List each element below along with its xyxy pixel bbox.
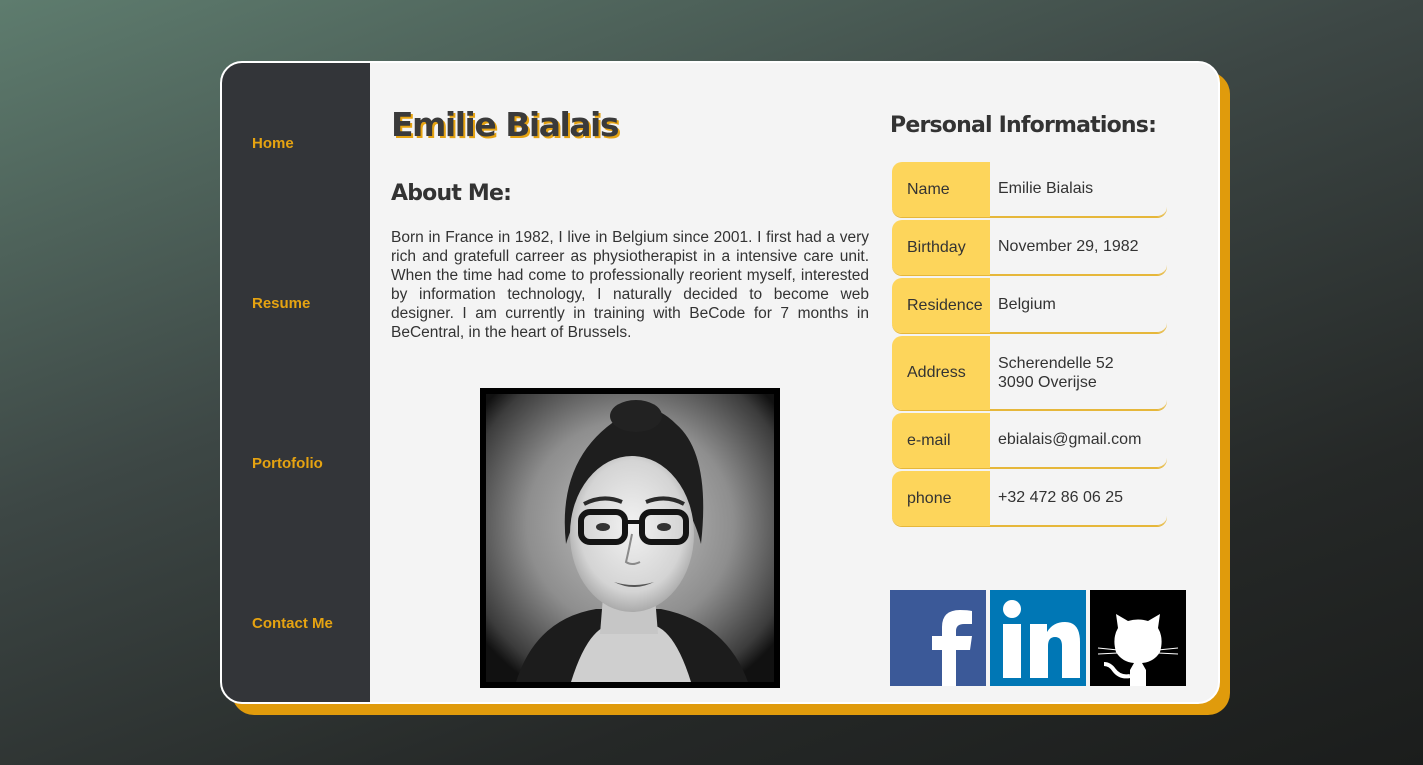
portrait-image — [486, 394, 774, 682]
nav-item-contact[interactable]: Contact Me — [252, 615, 333, 632]
info-label: e-mail — [892, 413, 990, 468]
info-label: phone — [892, 471, 990, 526]
sidebar-nav: Home Resume Portofolio Contact Me — [222, 63, 370, 702]
info-row-name: Name Emilie Bialais — [892, 162, 1167, 217]
info-value: Belgium — [990, 278, 1167, 333]
facebook-link[interactable] — [890, 590, 986, 686]
linkedin-icon — [990, 590, 1086, 686]
address-line-2: 3090 Overijse — [998, 373, 1097, 391]
nav-item-home[interactable]: Home — [252, 135, 294, 152]
linkedin-link[interactable] — [990, 590, 1086, 686]
info-label: Address — [892, 336, 990, 410]
info-value: Scherendelle 52 3090 Overijse — [990, 336, 1167, 410]
personal-info-heading: Personal Informations: — [890, 113, 1157, 138]
page-title: Emilie Bialais — [391, 105, 620, 144]
main-content: Emilie Bialais About Me: Born in France … — [370, 63, 1218, 702]
info-row-residence: Residence Belgium — [892, 278, 1167, 333]
facebook-icon — [890, 590, 986, 686]
profile-card: Home Resume Portofolio Contact Me Emilie… — [220, 61, 1220, 704]
info-row-email: e-mail ebialais@gmail.com — [892, 413, 1167, 468]
info-label: Birthday — [892, 220, 990, 275]
info-row-birthday: Birthday November 29, 1982 — [892, 220, 1167, 275]
info-value: Emilie Bialais — [990, 162, 1167, 217]
info-value: +32 472 86 06 25 — [990, 471, 1167, 526]
profile-photo — [480, 388, 780, 688]
info-row-phone: phone +32 472 86 06 25 — [892, 471, 1167, 526]
info-label: Name — [892, 162, 990, 217]
about-text: Born in France in 1982, I live in Belgiu… — [391, 229, 869, 341]
info-value: November 29, 1982 — [990, 220, 1167, 275]
info-label: Residence — [892, 278, 990, 333]
nav-item-resume[interactable]: Resume — [252, 295, 310, 312]
github-link[interactable] — [1090, 590, 1186, 686]
info-row-address: Address Scherendelle 52 3090 Overijse — [892, 336, 1167, 410]
address-line-1: Scherendelle 52 — [998, 354, 1114, 372]
github-icon — [1090, 590, 1186, 686]
about-heading: About Me: — [391, 181, 512, 206]
nav-item-portfolio[interactable]: Portofolio — [252, 455, 323, 472]
info-value: ebialais@gmail.com — [990, 413, 1167, 468]
